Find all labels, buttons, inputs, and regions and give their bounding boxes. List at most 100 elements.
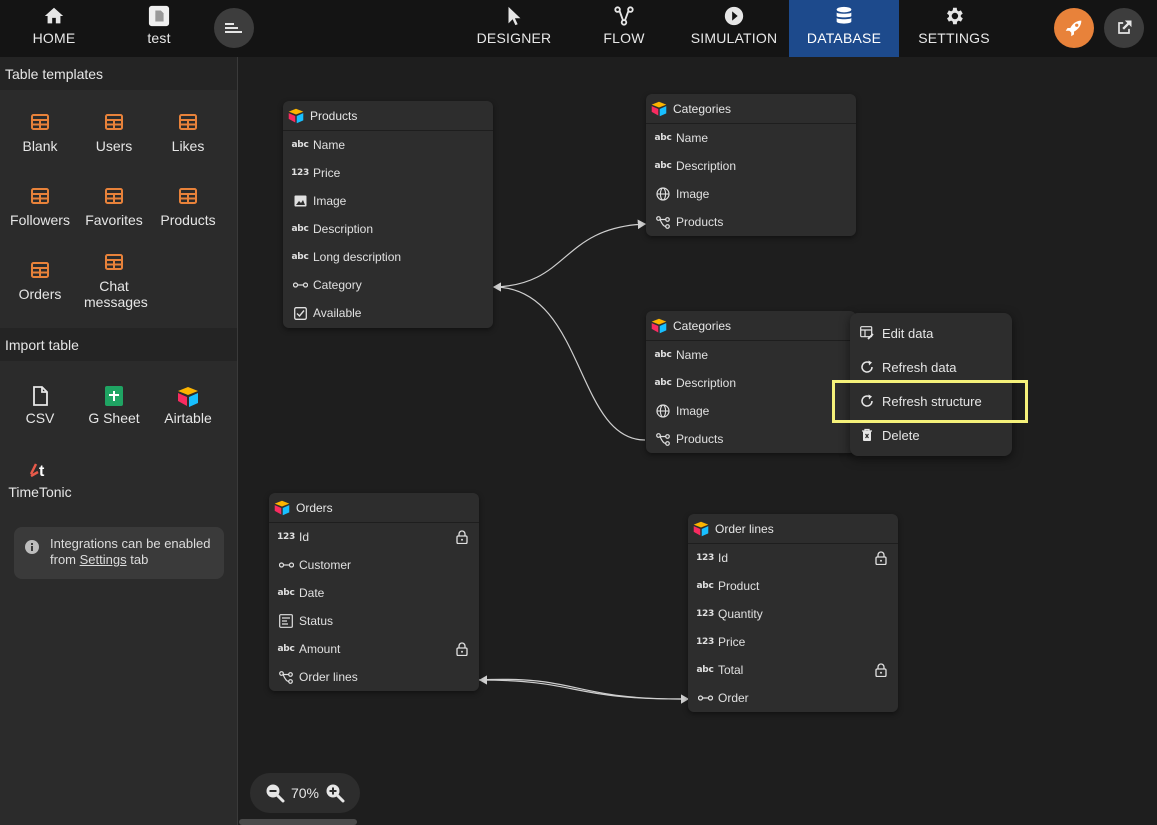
field-row[interactable]: abc Amount [269,635,479,663]
field-label: Id [299,530,310,544]
field-row[interactable]: abc Product [688,572,898,600]
timetonic-icon: t [29,463,45,480]
edit-table-icon [860,326,874,340]
field-row[interactable]: abc Long description [283,243,493,271]
field-row[interactable]: Category [283,271,493,299]
tab-database[interactable]: DATABASE [789,0,899,57]
table-title: Categories [673,101,732,116]
tab-settings[interactable]: SETTINGS [912,0,996,57]
table-icon [31,114,49,130]
publish-button[interactable] [1054,8,1094,48]
airtable-icon [274,500,290,515]
tab-simulation[interactable]: SIMULATION [684,0,784,57]
open-external-button[interactable] [1104,8,1144,48]
import-csv[interactable]: CSV [3,386,77,426]
table-title: Orders [296,500,333,515]
collapse-sidebar-button[interactable] [214,8,254,48]
zoom-in-icon[interactable] [325,783,345,803]
field-row[interactable]: abc Description [646,369,856,397]
lock-icon [456,642,468,656]
template-followers[interactable]: Followers [3,188,77,228]
project-button[interactable]: test [120,0,198,57]
table-icon [105,188,123,204]
template-label: Chat messages [84,278,148,310]
template-products[interactable]: Products [151,188,225,228]
multi-relation-icon [655,215,671,229]
gear-icon [947,7,963,25]
field-row[interactable]: Status [269,607,479,635]
field-label: Order [718,691,749,705]
template-likes[interactable]: Likes [151,114,225,154]
field-row[interactable]: abc Date [269,579,479,607]
field-row[interactable]: abc Description [283,215,493,243]
table-header[interactable]: Products [283,101,493,131]
rocket-icon [1065,20,1082,37]
tab-designer[interactable]: DESIGNER [470,0,558,57]
table-header[interactable]: Categories [646,94,856,124]
field-row[interactable]: abc Name [646,341,856,369]
field-label: Quantity [718,607,763,621]
tab-flow[interactable]: FLOW [590,0,658,57]
text-type-icon: abc [291,140,309,150]
table-header[interactable]: Categories [646,311,856,341]
field-label: Total [718,663,744,677]
import-label: G Sheet [88,410,140,426]
template-favorites[interactable]: Favorites [77,188,151,228]
home-button[interactable]: HOME [14,0,94,57]
zoom-out-icon[interactable] [265,783,285,803]
template-orders[interactable]: Orders [3,262,77,302]
field-row[interactable]: 123 Quantity [688,600,898,628]
field-row[interactable]: Order [688,684,898,712]
import-gsheet[interactable]: G Sheet [77,386,151,426]
field-row[interactable]: Image [646,397,856,425]
menu-label: Edit data [882,325,934,341]
menu-edit-data[interactable]: Edit data [860,321,933,345]
template-users[interactable]: Users [77,114,151,154]
table-categories[interactable]: Categories abc Name abc Description Image … [646,94,856,236]
field-row[interactable]: abc Total [688,656,898,684]
table-header[interactable]: Order lines [688,514,898,544]
google-sheets-icon [105,386,123,406]
field-row[interactable]: Products [646,425,856,453]
field-row[interactable]: Order lines [269,663,479,691]
field-row[interactable]: Customer [269,551,479,579]
field-row[interactable]: 123 Price [283,159,493,187]
field-label: Description [676,376,737,390]
import-timetonic[interactable]: t TimeTonic [3,460,77,500]
field-row[interactable]: Available [283,299,493,327]
table-products[interactable]: Products abc Name 123 Price Image abc Descr… [283,101,493,328]
field-row[interactable]: Products [646,208,856,236]
import-airtable[interactable]: Airtable [151,386,225,426]
template-chat-messages[interactable]: Chat messages [77,254,151,310]
field-row[interactable]: 123 Id [688,544,898,572]
top-bar: HOME test DESIGNER FLOW SIMULATION DATAB… [0,0,1157,57]
table-order-lines[interactable]: Order lines 123 Id abc Product 123 Quantity… [688,514,898,712]
table-orders[interactable]: Orders 123 Id Customer abc Date Status abc… [269,493,479,691]
table-title: Categories [673,318,732,333]
text-type-icon: abc [277,644,295,654]
field-row[interactable]: abc Name [646,124,856,152]
template-label: Products [160,212,216,228]
menu-delete[interactable]: Delete [860,423,920,447]
table-header[interactable]: Orders [269,493,479,523]
field-row[interactable]: abc Name [283,131,493,159]
field-row[interactable]: 123 Price [688,628,898,656]
table-title: Products [310,108,358,123]
menu-label: Delete [882,427,920,443]
multi-relation-icon [655,432,671,446]
field-row[interactable]: Image [646,180,856,208]
number-type-icon: 123 [696,637,714,647]
menu-refresh-data[interactable]: Refresh data [860,355,956,379]
field-row[interactable]: Image [283,187,493,215]
table-categories-selected[interactable]: Categories abc Name abc Description Image … [646,311,856,453]
field-label: Name [676,131,709,145]
template-blank[interactable]: Blank [3,114,77,154]
horizontal-scrollbar[interactable] [239,819,357,825]
field-row[interactable]: abc Description [646,152,856,180]
field-row[interactable]: 123 Id [269,523,479,551]
field-label: Name [676,348,709,362]
checkbox-type-icon [292,306,308,320]
multi-relation-icon [278,670,294,684]
settings-link[interactable]: Settings [80,552,127,567]
trash-icon [862,428,872,441]
